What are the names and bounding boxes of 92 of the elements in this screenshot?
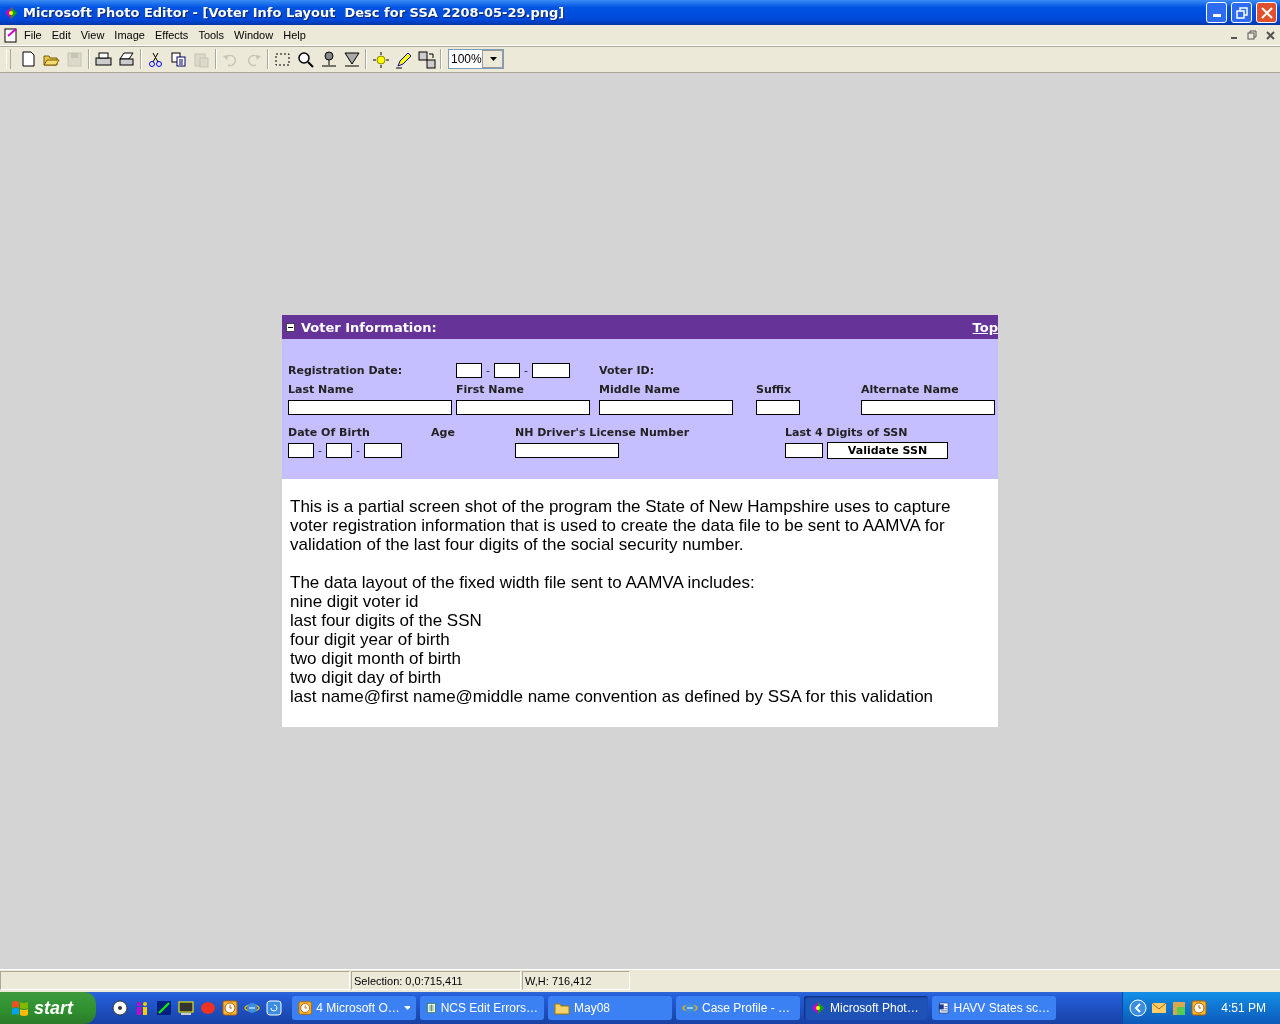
collapse-icon[interactable] [286,322,295,332]
text-field[interactable] [599,400,733,415]
description-line: last name@first name@middle name convention as defined by SSA for this validation [290,687,935,706]
minimize-icon [1212,14,1221,17]
field-label: Registration Date: [288,363,404,377]
menu-item[interactable]: Edit [46,29,76,41]
description-line: two digit day of birth [290,668,443,687]
refresh-icon[interactable] [266,1000,282,1016]
convert-icon[interactable] [415,48,438,70]
clipboard-icon[interactable] [1171,1000,1188,1016]
description-line: last four digits of the SSN [290,611,483,630]
field-label: Last Name [288,383,355,396]
chart-icon[interactable] [156,1000,172,1016]
date-field[interactable] [494,362,520,378]
text-field[interactable] [756,400,800,415]
description-line: four digit year of birth [290,630,451,649]
date-field[interactable] [288,443,314,458]
dash-separator: - [355,444,361,457]
browser-icon[interactable] [244,1000,260,1016]
window-title: Microsoft Photo Editor - [Voter Info Layout Desc for SSA 2208-05-29.png] [23,5,566,20]
field-label: Voter ID: [599,363,655,377]
field-label: Last 4 Digits of SSN [785,426,909,439]
envelope-icon[interactable] [1151,1000,1168,1016]
zoom-dropdown[interactable]: 100% [448,49,504,69]
menu-item[interactable]: File [19,29,47,41]
date-field[interactable] [531,362,570,378]
field-label: NH Driver's License Number [515,426,691,439]
clock-time: 4:51 PM [1221,1001,1266,1015]
minimize-button[interactable] [1206,2,1227,23]
windows-flag-icon [10,999,30,1017]
section-title: Voter Information: [301,319,438,335]
top-link[interactable]: Top [972,319,998,335]
field-label: First Name [456,383,525,396]
spreadsheet-icon [426,1000,437,1016]
description-line: nine digit voter id [290,592,420,611]
dash-separator: - [523,363,529,377]
taskbar-button[interactable]: 4 Microsoft O… [292,996,416,1020]
dash-separator: - [485,363,491,377]
clock-icon[interactable] [1191,1000,1208,1016]
text-field[interactable] [288,400,452,415]
ssn-field[interactable] [785,443,823,458]
close-button[interactable] [1256,2,1277,23]
restore-button[interactable] [1244,28,1260,42]
taskbar-button[interactable]: NCS Edit Errors… [420,996,544,1020]
description-line: The data layout of the fixed width file sent to AAMVA includes: [290,573,756,592]
text-field[interactable] [861,400,995,415]
date-field[interactable] [456,362,482,378]
menu-item[interactable]: Tools [193,29,230,41]
minimize-icon [1231,37,1237,39]
taskbar-button[interactable]: May08 [548,996,672,1020]
dash-separator: - [317,444,323,457]
text-field[interactable] [515,443,619,458]
document-icon[interactable] [3,27,19,43]
disc-icon[interactable] [112,1000,128,1016]
browser-icon [682,1000,698,1016]
restore-icon [1247,30,1257,40]
taskbar-button[interactable]: Microsoft Phot… [804,996,928,1020]
restore-button[interactable] [1231,2,1252,23]
folder-icon [554,1000,570,1016]
description-line: two digit month of birth [290,649,463,668]
field-label: Date Of Birth [288,426,371,439]
close-icon [1260,6,1273,19]
taskbar-button[interactable]: HAVV States sc… [932,996,1056,1020]
start-button[interactable]: start [0,992,96,1024]
caret-icon[interactable] [481,50,503,68]
field-label: Age [431,426,456,439]
menu-item[interactable]: Help [278,29,311,41]
close-icon [1265,30,1275,40]
photo-app-icon [810,1000,826,1016]
description-paragraph: This is a partial screen shot of the program the State of New Hampshire uses to capture voter registration information that is used to create the data file to be sent to AAMVA for validation of the last four digits of the social security number. [290,497,952,554]
field-label: Middle Name [599,383,682,396]
date-field[interactable] [326,443,352,458]
document-icon [938,1000,950,1016]
taskbar-button[interactable]: Case Profile - … [676,996,800,1020]
field-label: Suffix [756,383,793,396]
validate-ssn-button[interactable]: Validate SSN [827,442,948,459]
selection-status: Selection: 0,0:715,411 [351,971,521,990]
clock-icon[interactable] [222,1000,238,1016]
menu-item[interactable]: Effects [149,29,194,41]
text-field[interactable] [456,400,590,415]
monitor-icon[interactable] [178,1000,194,1016]
chevron-left-icon[interactable] [1129,999,1148,1017]
menu-item[interactable]: Window [229,29,279,41]
size-status: W,H: 716,412 [522,971,630,990]
field-label: Alternate Name [861,383,960,396]
date-field[interactable] [363,443,402,458]
menu-item[interactable]: Image [109,29,150,41]
menu-item[interactable]: View [75,29,110,41]
people-icon[interactable] [134,1000,150,1016]
clock-icon [298,1000,313,1016]
restore-icon [1235,6,1248,19]
photo-app-icon [3,4,19,21]
